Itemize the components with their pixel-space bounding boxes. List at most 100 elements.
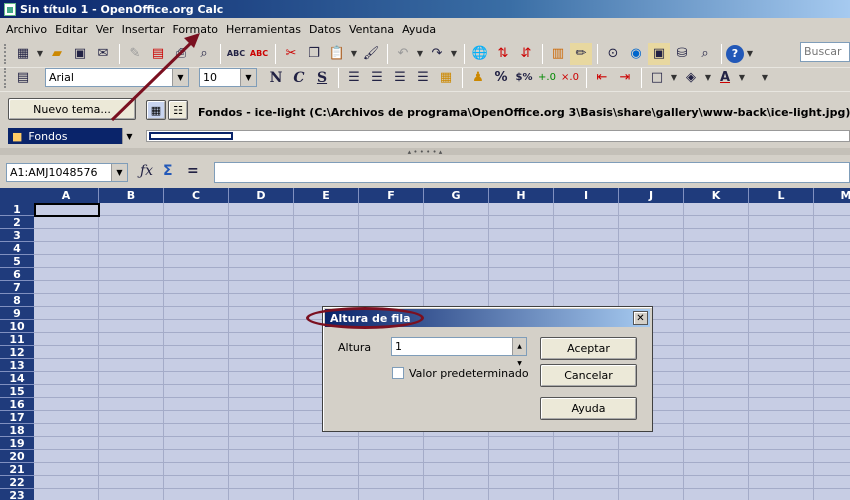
- align-right-icon[interactable]: ☰: [389, 67, 411, 89]
- search-input[interactable]: Buscar: [800, 42, 850, 62]
- delete-decimal-icon[interactable]: ×.0: [559, 67, 581, 89]
- gallery-splitter-handle[interactable]: ▴ • • • • ▴: [0, 148, 850, 156]
- toolbar-overflow-icon[interactable]: ▼: [760, 67, 770, 89]
- row-header[interactable]: 16: [0, 398, 34, 411]
- ok-button[interactable]: Aceptar: [540, 337, 637, 360]
- row-header[interactable]: 17: [0, 411, 34, 424]
- chevron-down-icon[interactable]: ▼: [122, 128, 136, 144]
- background-color-icon[interactable]: ◈: [680, 67, 702, 89]
- icon-view-button[interactable]: ▦: [146, 100, 166, 120]
- currency-format-icon[interactable]: ♟: [467, 67, 489, 89]
- paste-icon[interactable]: 📋: [326, 43, 348, 65]
- row-header[interactable]: 3: [0, 229, 34, 242]
- row-header[interactable]: 22: [0, 476, 34, 489]
- draw-functions-icon[interactable]: ✏: [570, 42, 592, 65]
- font-name-combo[interactable]: Arial ▼: [45, 68, 189, 87]
- print-preview-icon[interactable]: ⌕: [193, 43, 215, 65]
- zoom-icon[interactable]: ⌕: [694, 43, 716, 65]
- spellcheck-icon[interactable]: ABC: [225, 43, 247, 65]
- row-header[interactable]: 4: [0, 242, 34, 255]
- column-header[interactable]: F: [359, 188, 424, 203]
- sort-ascending-icon[interactable]: ⇅: [492, 43, 514, 65]
- column-header[interactable]: B: [99, 188, 164, 203]
- undo-dropdown-icon[interactable]: ▼: [415, 43, 425, 65]
- height-spinner[interactable]: ▲ ▼: [512, 338, 526, 367]
- find-replace-icon[interactable]: ⊙: [602, 43, 624, 65]
- column-header[interactable]: I: [554, 188, 619, 203]
- font-color-dropdown-icon[interactable]: ▼: [737, 67, 747, 89]
- name-box[interactable]: A1:AMJ1048576 ▼: [6, 163, 128, 182]
- borders-icon[interactable]: □: [646, 67, 668, 89]
- row-header[interactable]: 21: [0, 463, 34, 476]
- column-header[interactable]: D: [229, 188, 294, 203]
- align-center-icon[interactable]: ☰: [366, 67, 388, 89]
- decrease-indent-icon[interactable]: ⇤: [591, 67, 613, 89]
- toolbar-overflow-icon[interactable]: ▼: [745, 43, 755, 65]
- menu-formato[interactable]: Formato: [169, 23, 223, 36]
- format-paintbrush-icon[interactable]: 🖌: [360, 43, 382, 65]
- open-folder-icon[interactable]: ▰: [46, 43, 68, 65]
- copy-icon[interactable]: ❐: [303, 43, 325, 65]
- detail-view-button[interactable]: ☷: [168, 100, 188, 120]
- undo-icon[interactable]: ↶: [392, 43, 414, 65]
- menu-ventana[interactable]: Ventana: [345, 23, 398, 36]
- styles-formatting-icon[interactable]: ▤: [12, 67, 34, 89]
- redo-dropdown-icon[interactable]: ▼: [449, 43, 459, 65]
- column-header[interactable]: E: [294, 188, 359, 203]
- chevron-down-icon[interactable]: ▼: [240, 69, 256, 86]
- percent-format-icon[interactable]: %: [490, 67, 512, 89]
- bold-button[interactable]: N: [265, 67, 287, 89]
- row-header[interactable]: 6: [0, 268, 34, 281]
- dialog-title-bar[interactable]: Altura de fila ✕: [325, 309, 650, 327]
- standard-format-icon[interactable]: $%: [513, 67, 535, 89]
- column-header[interactable]: C: [164, 188, 229, 203]
- column-header[interactable]: J: [619, 188, 684, 203]
- column-header[interactable]: M: [814, 188, 850, 203]
- gallery-icon[interactable]: ▣: [648, 42, 670, 65]
- sort-descending-icon[interactable]: ⇵: [515, 43, 537, 65]
- redo-icon[interactable]: ↷: [426, 43, 448, 65]
- menu-archivo[interactable]: Archivo: [2, 23, 51, 36]
- toolbar-grip[interactable]: [4, 67, 8, 88]
- row-header[interactable]: 12: [0, 346, 34, 359]
- toolbar-grip[interactable]: [4, 43, 8, 64]
- function-wizard-icon[interactable]: ƒx: [140, 163, 153, 179]
- select-all-corner[interactable]: [0, 188, 34, 203]
- autospellcheck-icon[interactable]: ABC: [248, 43, 270, 65]
- sum-icon[interactable]: Σ: [163, 163, 173, 179]
- row-header[interactable]: 23: [0, 489, 34, 500]
- row-header[interactable]: 18: [0, 424, 34, 437]
- chart-icon[interactable]: ▥: [547, 43, 569, 65]
- row-header[interactable]: 1: [0, 203, 34, 216]
- row-header[interactable]: 5: [0, 255, 34, 268]
- borders-dropdown-icon[interactable]: ▼: [669, 67, 679, 89]
- increase-indent-icon[interactable]: ⇥: [614, 67, 636, 89]
- justify-icon[interactable]: ☰: [412, 67, 434, 89]
- height-input[interactable]: 1 ▲ ▼: [391, 337, 527, 367]
- hyperlink-icon[interactable]: 🌐: [469, 43, 491, 65]
- email-icon[interactable]: ✉: [92, 43, 114, 65]
- new-theme-button[interactable]: Nuevo tema...: [8, 98, 136, 120]
- print-icon[interactable]: ⎙: [170, 43, 192, 65]
- close-icon[interactable]: ✕: [633, 311, 648, 325]
- row-header[interactable]: 10: [0, 320, 34, 333]
- save-icon[interactable]: ▣: [69, 43, 91, 65]
- background-color-dropdown-icon[interactable]: ▼: [703, 67, 713, 89]
- help-button[interactable]: Ayuda: [540, 397, 637, 420]
- column-header[interactable]: K: [684, 188, 749, 203]
- menu-insertar[interactable]: Insertar: [118, 23, 169, 36]
- row-header[interactable]: 14: [0, 372, 34, 385]
- align-left-icon[interactable]: ☰: [343, 67, 365, 89]
- chevron-down-icon[interactable]: ▼: [172, 69, 188, 86]
- row-header[interactable]: 15: [0, 385, 34, 398]
- cut-icon[interactable]: ✂: [280, 43, 302, 65]
- row-header[interactable]: 8: [0, 294, 34, 307]
- row-header[interactable]: 20: [0, 450, 34, 463]
- active-cell-cursor[interactable]: [34, 203, 100, 217]
- default-value-checkbox[interactable]: [392, 367, 404, 379]
- gallery-thumbnail-strip[interactable]: [146, 130, 850, 142]
- cancel-button[interactable]: Cancelar: [540, 364, 637, 387]
- merge-cells-icon[interactable]: ▦: [435, 67, 457, 89]
- font-size-combo[interactable]: 10 ▼: [199, 68, 257, 87]
- column-header[interactable]: A: [34, 188, 99, 203]
